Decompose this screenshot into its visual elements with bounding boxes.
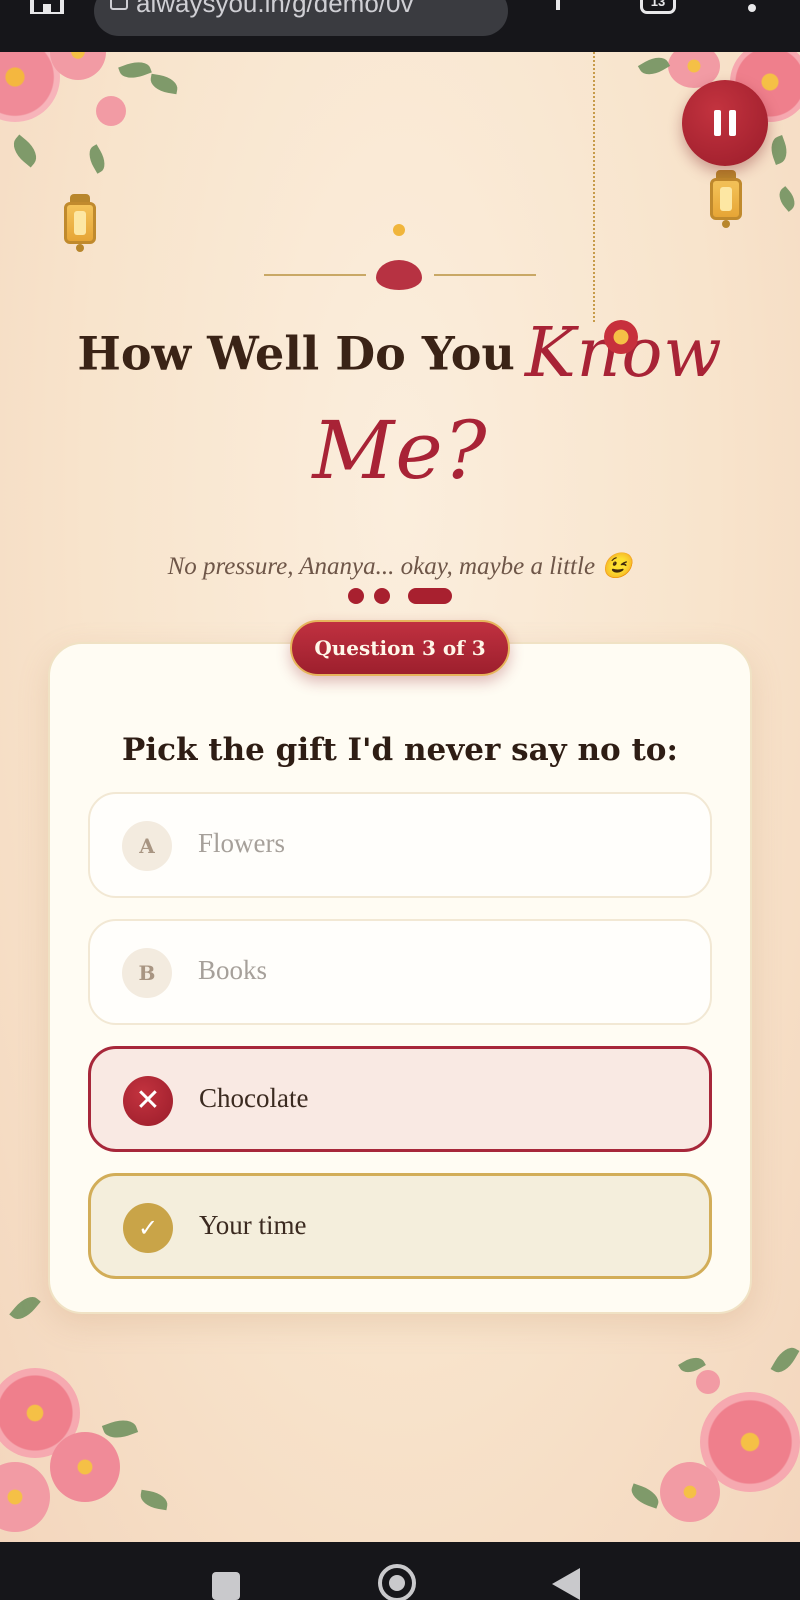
site-info-icon[interactable] xyxy=(110,0,128,10)
question-counter-badge: Question 3 of 3 xyxy=(290,620,510,676)
home-button[interactable] xyxy=(378,1564,416,1600)
option-label: Your time xyxy=(199,1210,307,1240)
option-label: Flowers xyxy=(198,828,285,858)
subtitle: No pressure, Ananya... okay, maybe a lit… xyxy=(167,553,633,580)
progress-dot xyxy=(348,588,364,604)
answer-option-d-correct[interactable]: ✓ Your time xyxy=(88,1173,712,1279)
rakhi-icon xyxy=(604,320,638,354)
back-button[interactable] xyxy=(552,1568,580,1600)
home-icon[interactable] xyxy=(28,0,66,14)
option-label: Books xyxy=(198,955,268,985)
system-navigation-bar xyxy=(0,1542,800,1600)
option-marker: A xyxy=(122,821,172,871)
heart-divider xyxy=(264,224,536,294)
heart-icon xyxy=(376,260,422,290)
question-text: Pick the gift I'd never say no to: xyxy=(122,732,678,768)
hanging-thread xyxy=(593,52,595,322)
option-label: Chocolate xyxy=(199,1083,309,1113)
progress-dot xyxy=(374,588,390,604)
tab-count: 13 xyxy=(650,0,666,9)
answer-option-a[interactable]: A Flowers xyxy=(88,792,712,898)
music-pause-button[interactable] xyxy=(682,80,768,166)
wrong-icon: ✕ xyxy=(123,1076,173,1126)
tabs-icon[interactable]: 13 xyxy=(640,0,676,14)
answer-option-b[interactable]: B Books xyxy=(88,919,712,1025)
url-text: alwaysyou.in/g/demo/0v xyxy=(136,0,414,18)
menu-icon[interactable] xyxy=(748,4,756,12)
option-marker: B xyxy=(122,948,172,998)
address-bar[interactable]: alwaysyou.in/g/demo/0v xyxy=(94,0,508,36)
lantern-icon xyxy=(64,194,96,254)
quiz-page: How Well Do YouKnow Me? No pressure, Ana… xyxy=(0,52,800,1542)
progress-dot-active xyxy=(408,588,452,604)
page-title: How Well Do YouKnow xyxy=(60,314,740,404)
title-script-me: Me? xyxy=(312,404,488,497)
pause-icon xyxy=(712,110,738,136)
page-title-line2: Me? xyxy=(200,404,600,514)
title-plain: How Well Do You xyxy=(77,326,515,381)
check-icon: ✓ xyxy=(123,1203,173,1253)
answer-option-c-wrong[interactable]: ✕ Chocolate xyxy=(88,1046,712,1152)
browser-toolbar: alwaysyou.in/g/demo/0v 13 xyxy=(0,0,800,52)
recents-button[interactable] xyxy=(212,1572,240,1600)
question-progress xyxy=(348,586,452,604)
share-icon[interactable] xyxy=(556,0,560,10)
lantern-icon xyxy=(710,170,742,230)
